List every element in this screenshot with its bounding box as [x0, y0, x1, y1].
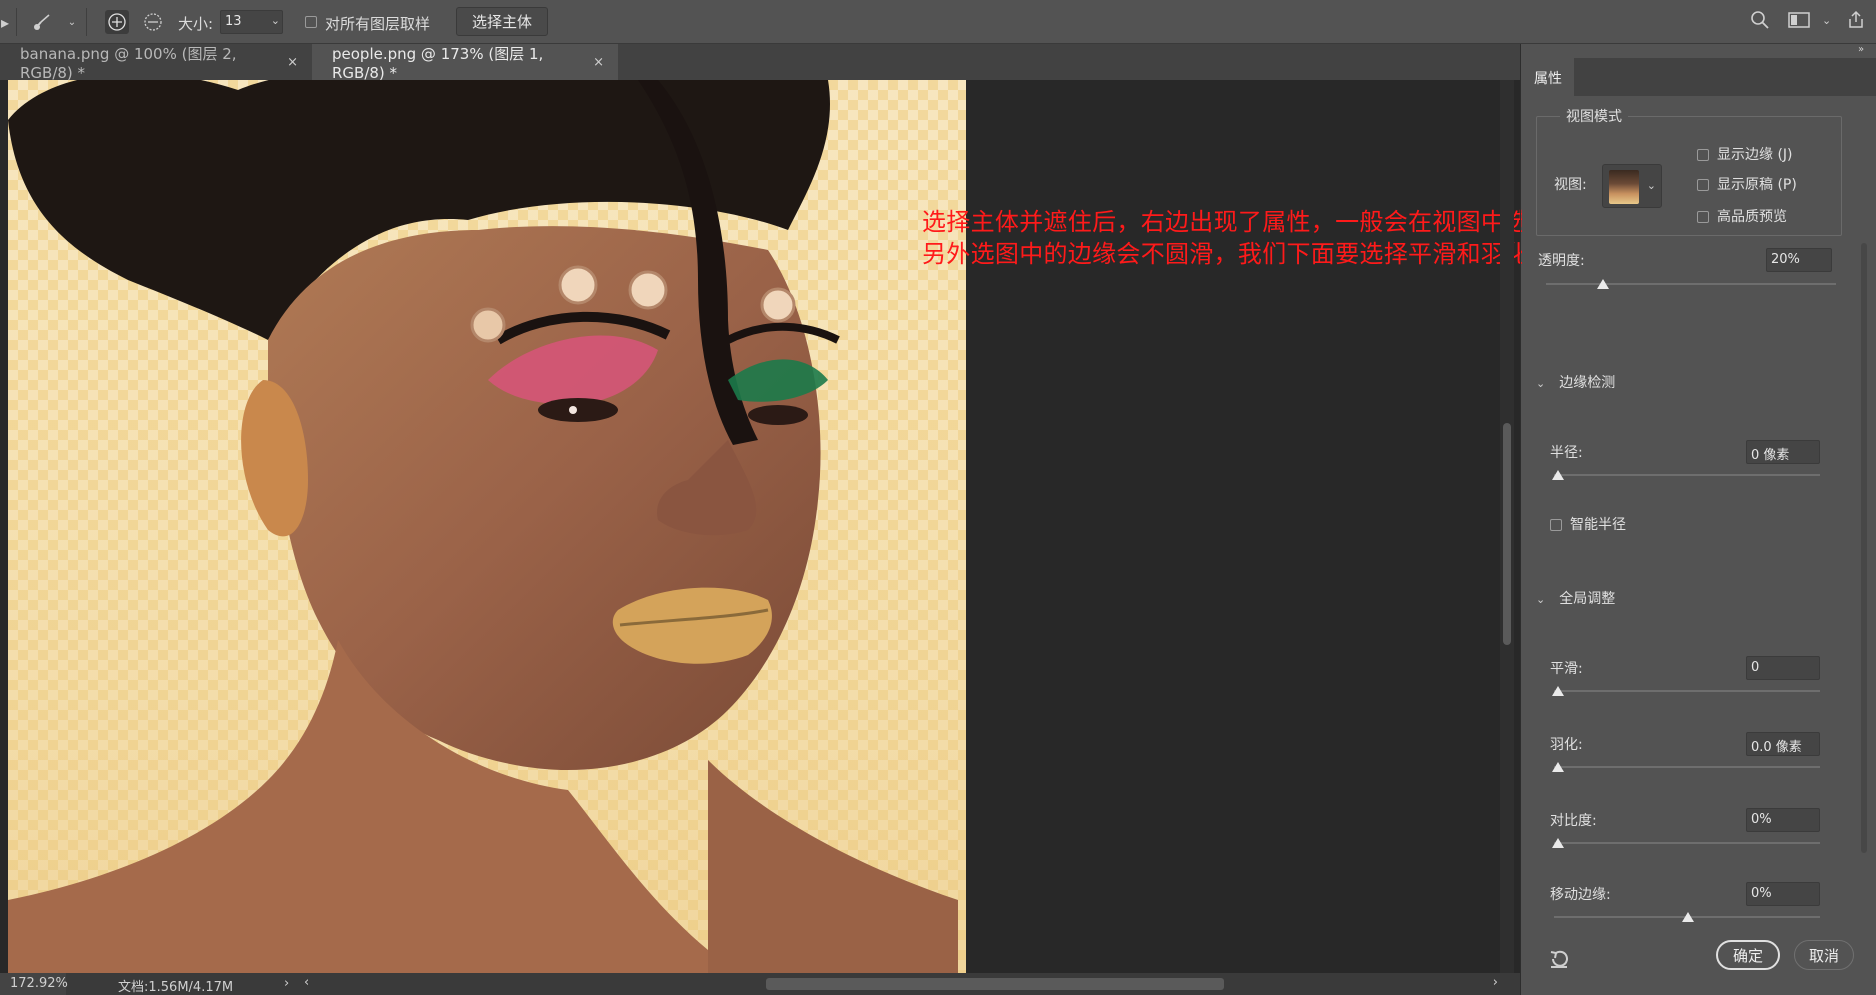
panel-scrollbar[interactable] [1858, 148, 1870, 973]
opacity-label: 透明度: [1538, 253, 1585, 269]
smart-radius-checkbox[interactable] [1550, 519, 1562, 531]
portrait-image [8, 80, 966, 973]
chevron-down-icon[interactable]: ⌄ [1647, 179, 1656, 192]
vertical-scrollbar[interactable] [1500, 80, 1514, 973]
close-icon[interactable]: × [593, 55, 604, 70]
smooth-slider-knob[interactable] [1552, 686, 1564, 696]
show-original-label: 显示原稿 (P) [1717, 177, 1797, 193]
scrollbar-thumb[interactable] [1503, 423, 1511, 645]
horizontal-scrollbar[interactable]: ‹ › [302, 975, 1498, 991]
show-edge-label: 显示边缘 (J) [1717, 147, 1793, 163]
status-bar: 172.92% 文档:1.56M/4.17M › ‹ › [0, 973, 1520, 995]
document-image[interactable] [8, 80, 966, 973]
close-icon[interactable]: × [287, 55, 298, 70]
chevron-down-icon[interactable]: ⌄ [1536, 377, 1545, 390]
size-input[interactable]: 13 ⌄ [220, 10, 283, 34]
shift-edge-input[interactable]: 0% [1746, 882, 1820, 906]
ok-button[interactable]: 确定 [1716, 940, 1780, 970]
opacity-slider-track[interactable] [1546, 283, 1836, 285]
workspace-icon[interactable] [1788, 10, 1810, 34]
canvas-area[interactable]: 选择主体并遮住后，右边出现了属性，一般会在视图中选择一个容易区分的背景颜色 另外… [0, 80, 1821, 973]
divider [86, 8, 87, 36]
feather-slider-track[interactable] [1554, 766, 1820, 768]
radius-slider-track[interactable] [1554, 474, 1820, 476]
chevron-down-icon[interactable]: ⌄ [1536, 593, 1545, 606]
subtract-from-selection-icon[interactable] [141, 10, 165, 34]
global-refine-header[interactable]: ⌄ 全局调整 [1536, 588, 1615, 608]
panel-collapse-icon[interactable]: » [1858, 44, 1864, 55]
scroll-left-icon[interactable]: ‹ [304, 975, 309, 990]
options-bar: ▸ ⌄ 大小: 13 ⌄ 对所有图层取样 选择主体 ⌄ » [0, 0, 1876, 55]
global-refine-title: 全局调整 [1559, 591, 1616, 607]
view-mode-dropdown[interactable]: ⌄ [1602, 164, 1662, 208]
high-quality-option[interactable]: 高品质预览 [1697, 206, 1787, 226]
panel-divider [1520, 44, 1521, 995]
show-edge-checkbox[interactable] [1697, 149, 1709, 161]
view-thumbnail [1609, 170, 1639, 204]
properties-panel: 属性 视图模式 视图: ⌄ 显示边缘 (J) 显示原稿 (P) 高品质预览 透明… [1522, 58, 1876, 995]
smooth-slider-track[interactable] [1554, 690, 1820, 692]
opacity-slider-knob[interactable] [1597, 279, 1609, 289]
shift-edge-label: 移动边缘: [1550, 887, 1611, 903]
contrast-slider-knob[interactable] [1552, 838, 1564, 848]
status-menu-arrow-icon[interactable]: › [284, 976, 289, 991]
cancel-button[interactable]: 取消 [1794, 940, 1854, 970]
chevron-down-icon[interactable]: ⌄ [1822, 14, 1831, 27]
radius-slider-knob[interactable] [1552, 470, 1564, 480]
contrast-input[interactable]: 0% [1746, 808, 1820, 832]
edge-detection-header[interactable]: ⌄ 边缘检测 [1536, 372, 1615, 392]
panel-tab-strip [1574, 58, 1876, 96]
scrollbar-thumb[interactable] [766, 978, 1224, 990]
chevron-down-icon[interactable]: ⌄ [271, 14, 280, 27]
radius-label: 半径: [1550, 445, 1583, 461]
add-to-selection-icon[interactable] [105, 10, 129, 34]
feather-label: 羽化: [1550, 737, 1583, 753]
smart-radius-option[interactable]: 智能半径 [1550, 514, 1626, 534]
high-quality-checkbox[interactable] [1697, 211, 1709, 223]
tab-properties[interactable]: 属性 [1522, 58, 1574, 96]
view-mode-title: 视图模式 [1560, 106, 1628, 126]
edge-detection-title: 边缘检测 [1559, 375, 1616, 391]
tab-people[interactable]: people.png @ 173% (图层 1, RGB/8) * × [312, 44, 618, 82]
select-subject-button[interactable]: 选择主体 [456, 7, 548, 36]
chevron-down-icon[interactable]: ⌄ [60, 10, 84, 34]
feather-slider-knob[interactable] [1552, 762, 1564, 772]
shift-edge-slider-knob[interactable] [1682, 912, 1694, 922]
show-original-option[interactable]: 显示原稿 (P) [1697, 174, 1797, 194]
zoom-level[interactable]: 172.92% [0, 973, 68, 995]
sample-all-layers-label: 对所有图层取样 [325, 15, 431, 33]
scroll-right-icon[interactable]: › [1493, 975, 1498, 990]
size-value: 13 [225, 14, 242, 29]
view-label: 视图: [1554, 177, 1587, 193]
show-edge-option[interactable]: 显示边缘 (J) [1697, 144, 1793, 164]
tab-banana[interactable]: banana.png @ 100% (图层 2, RGB/8) * × [0, 44, 312, 82]
share-icon[interactable] [1846, 10, 1866, 34]
high-quality-label: 高品质预览 [1717, 209, 1787, 225]
smart-radius-label: 智能半径 [1570, 517, 1626, 533]
feather-input[interactable]: 0.0 像素 [1746, 732, 1820, 756]
brush-tool-icon[interactable] [30, 10, 54, 34]
tool-preset-arrow-icon[interactable]: ▸ [0, 10, 10, 34]
opacity-input[interactable]: 20% [1766, 248, 1832, 272]
smooth-input[interactable]: 0 [1746, 656, 1820, 680]
show-original-checkbox[interactable] [1697, 179, 1709, 191]
contrast-label: 对比度: [1550, 813, 1597, 829]
search-icon[interactable] [1750, 10, 1770, 34]
radius-input[interactable]: 0 像素 [1746, 440, 1820, 464]
document-tabs: banana.png @ 100% (图层 2, RGB/8) * × peop… [0, 44, 1520, 82]
divider [16, 8, 17, 36]
sample-all-layers-checkbox[interactable] [305, 16, 317, 28]
tab-label: banana.png @ 100% (图层 2, RGB/8) * [20, 44, 237, 82]
tab-label: people.png @ 173% (图层 1, RGB/8) * [332, 44, 544, 82]
document-size: 文档:1.56M/4.17M [118, 980, 234, 995]
scrollbar-thumb[interactable] [1861, 243, 1867, 853]
contrast-slider-track[interactable] [1554, 842, 1820, 844]
smooth-label: 平滑: [1550, 661, 1583, 677]
reset-icon[interactable] [1548, 948, 1570, 975]
size-label: 大小: [178, 15, 214, 33]
